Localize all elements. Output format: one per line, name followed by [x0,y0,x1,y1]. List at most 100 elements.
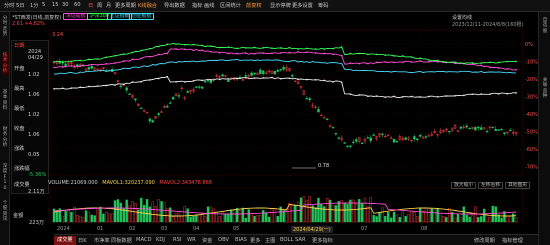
toolbar-item[interactable]: 分时 [4,2,14,9]
candle-body [331,126,335,129]
volume-bar [500,217,503,223]
right-rail-tab[interactable]: 自选股 [541,18,549,34]
indicator-tab[interactable]: 更多指标 [312,237,333,244]
ma-settings-link[interactable]: 设置均线 [452,14,472,21]
left-rail-tab[interactable]: 分时走势 [1,16,9,38]
toolbar-item[interactable]: 5 [42,2,45,8]
indicator-tab[interactable]: 同板数据 [111,237,132,244]
indicator-tab[interactable]: 主图 [265,237,275,244]
candle-body [195,86,198,88]
toolbar-item[interactable]: 5日 [16,2,25,9]
index-line-hs300-marker [436,59,439,62]
candle-body [343,142,346,144]
x-axis-tick-label: 2024 [57,226,70,232]
candle-body [468,128,471,130]
volume-bar [267,216,271,223]
indicator-tab[interactable]: MACD [136,237,152,243]
info-value-change: 0.05 [28,152,40,158]
toolbar-item[interactable]: 15 [52,2,59,8]
volume-bar [480,216,483,223]
zoom-button[interactable]: 放大缩小 [451,182,477,189]
indicator-tab[interactable]: 修改周期 [474,237,495,244]
volume-bar [116,199,120,223]
right-rail-tab[interactable]: 关联品种 [541,78,549,100]
y-axis-tick-label: -10% [525,60,538,66]
toolbar-item[interactable]: 显示停牌 [270,2,291,9]
volume-bar [110,213,114,223]
index-line-szcz-marker [123,60,125,62]
left-rail-tab[interactable]: 深度F10 [1,164,9,191]
y-axis-tick-label: -50% [525,130,538,136]
index-line-cybz-marker [428,95,430,98]
overlay-chip-cybz[interactable]: 创业板指 [129,13,155,20]
candle-body [404,137,407,140]
indicator-tab[interactable]: WR [187,237,196,243]
indicator-tab[interactable]: 指标管理 [502,237,523,244]
left-rail-tab[interactable]: 财务分析 [1,127,9,149]
toolbar-item[interactable]: 筹码 [318,2,328,9]
indicator-tab[interactable]: BOLL [280,237,293,243]
index-line-hs300-marker [131,51,134,54]
toolbar-item[interactable]: 指标 [192,2,202,9]
index-line-hs300-marker [384,54,386,56]
indicator-tab[interactable]: 资金 [202,237,212,244]
info-value-amount: 223万 [29,220,45,226]
candle-body [259,69,262,75]
index-line-hs300-marker [402,55,404,57]
index-line-cybz-marker [79,86,81,88]
indicator-tab[interactable]: 更多 [250,237,260,244]
indicator-tab[interactable]: 市净率 [94,237,110,244]
volume-bar [174,213,178,223]
candle-body [477,126,480,129]
chart-canvas[interactable]: 0% -10% -20% -30% -40% -50% -60% -70% 2024 01 02 03… [0,0,550,245]
toolbar-item[interactable]: 日 [88,2,93,9]
top-toolbar: 分时 5日 1分 5 15 30 60 日周月更多周期 K线融合 导出数据 指标 画线 区间统计 前复权 显… [0,0,550,12]
info-label-change-pct: 涨跌幅 [14,166,30,172]
overlay-chip-szcz[interactable]: 深证成指 [63,13,89,20]
toolbar-item[interactable]: 区间统计 [220,2,241,9]
other-chart-button[interactable]: 其他图形 [505,182,531,189]
toolbar-item[interactable]: 30 [62,2,69,8]
index-line-szcz-marker [219,52,221,54]
toolbar-item[interactable]: 更多设置 [292,2,313,9]
index-line-szcz-marker [62,66,64,68]
left-rail-tab[interactable]: 个股资讯 [1,201,9,223]
toolbar-item[interactable]: 导出数据 [164,2,185,9]
volume-bar [84,210,88,223]
candle-body [276,69,279,72]
indicator-tab[interactable]: SAR [295,237,306,243]
index-line-cybz-marker [271,76,273,79]
toolbar-item[interactable]: 1分 [30,2,39,9]
volume-bar [264,212,268,223]
indicator-tab[interactable]: 日K [78,237,87,244]
volume-bar [160,201,163,223]
volume-bar [256,215,259,223]
index-line-hs300-marker [506,60,509,63]
toolbar-item[interactable]: 60 [74,2,81,8]
toolbar-item[interactable]: K线融合 [138,2,157,9]
candle-body [169,102,172,104]
index-line-hs300-marker [410,56,413,58]
indicator-tab[interactable]: OBV [218,237,229,243]
left-rail-tab[interactable]: 技术分析 [1,53,9,75]
index-line-szcz-marker [410,61,413,63]
toolbar-item[interactable]: 更多周期 [115,2,136,9]
toolbar-item[interactable]: 月 [106,2,111,9]
volume-value: VOLUME:21069.000 [48,180,98,186]
left-rail-tab[interactable]: 基本资料 [1,90,9,112]
index-line-cybz-marker [70,87,73,89]
indicator-tab[interactable]: 成交量 [54,236,76,245]
candle-body [392,139,396,143]
toolbar-item[interactable]: 画线 [204,2,214,9]
volume-bar [360,203,364,223]
info-label-volume: 成交量 [14,182,30,188]
candle-body [151,120,155,123]
toolbar-item[interactable]: 周 [97,2,102,9]
toolbar-item[interactable]: 前复权 [246,2,262,9]
index-line-hs300-marker [332,47,334,50]
indicator-tab[interactable]: BIAS [235,237,247,243]
indicator-tab[interactable]: KDJ [156,237,165,243]
candle-body [346,145,349,147]
pan-button[interactable]: 左移右移 [478,182,504,189]
indicator-tab[interactable]: RSI [173,237,181,243]
